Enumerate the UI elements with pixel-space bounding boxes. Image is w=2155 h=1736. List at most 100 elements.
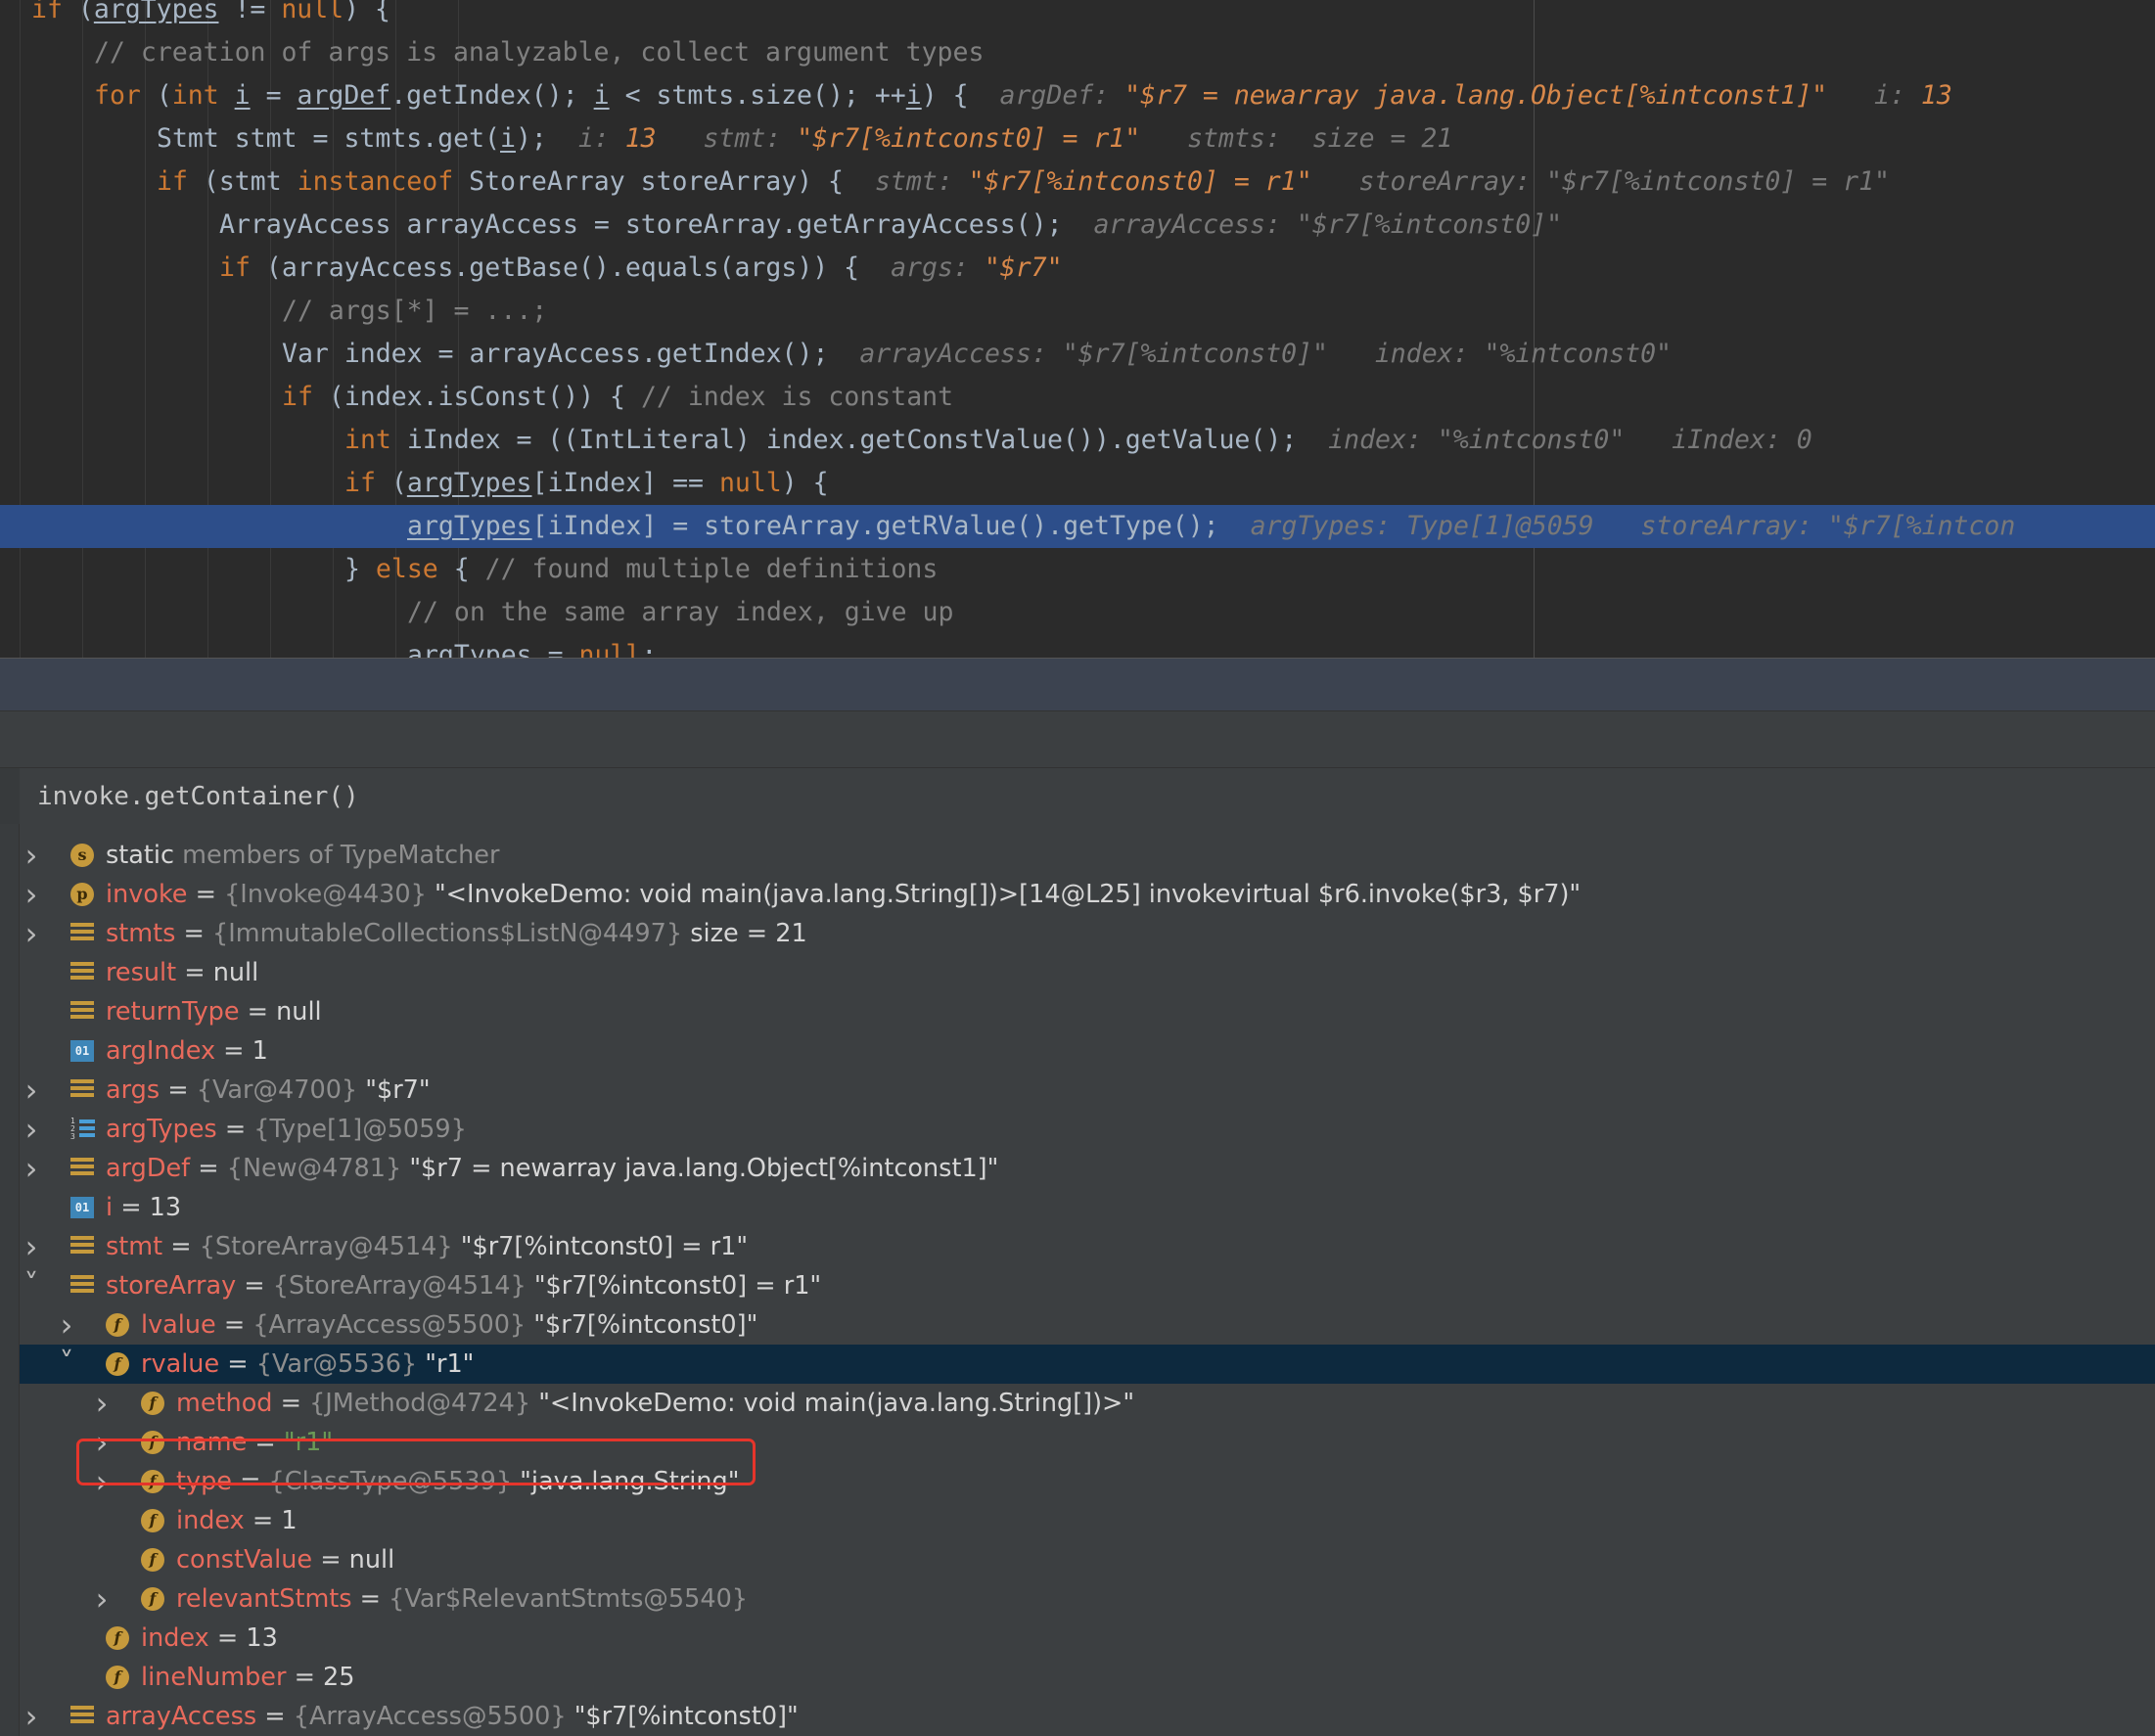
variable-value: "$r7[%intconst0]" (533, 1310, 758, 1340)
object-reference: {ImmutableCollections$ListN@4497} (212, 919, 683, 948)
watch-expression[interactable]: invoke.getContainer() (37, 768, 359, 825)
variable-row-argTypes[interactable]: › 1 2 3 argTypes = {Type[1]@5059} (20, 1110, 2155, 1149)
code-line[interactable]: // on the same array index, give up (0, 591, 2155, 634)
code-line[interactable]: if (index.isConst()) { // index is const… (0, 376, 2155, 419)
expand-arrow-icon[interactable]: › (20, 836, 43, 875)
variable-text: returnType = null (106, 992, 322, 1031)
object-reference: {StoreArray@4514} (272, 1271, 527, 1301)
variable-text: static members of TypeMatcher (106, 836, 499, 875)
variable-name: argTypes (106, 1115, 217, 1144)
variable-row-static[interactable]: › s static members of TypeMatcher (20, 836, 2155, 875)
code-line[interactable]: if (argTypes != null) { (0, 0, 2155, 31)
expand-arrow-icon[interactable]: › (20, 1149, 43, 1188)
collapse-arrow-icon[interactable]: ˅ (20, 1266, 43, 1305)
variable-row-index[interactable]: f index = 13 (20, 1619, 2155, 1658)
collapse-arrow-icon[interactable]: ˅ (55, 1345, 78, 1384)
variable-row-lineNumber[interactable]: f lineNumber = 25 (20, 1658, 2155, 1697)
keyword-token: if (31, 0, 63, 24)
code-line[interactable]: if (argTypes[iIndex] == null) { (0, 462, 2155, 505)
expand-arrow-icon[interactable]: › (90, 1579, 114, 1619)
code-token: (arrayAccess.getBase().equals(args)) { (250, 252, 860, 283)
code-line[interactable]: } else { // found multiple definitions (0, 548, 2155, 591)
variable-row-storeArray[interactable]: ˅ storeArray = {StoreArray@4514} "$r7[%in… (20, 1266, 2155, 1305)
expand-arrow-icon[interactable]: › (20, 1227, 43, 1266)
code-line[interactable]: int iIndex = ((IntLiteral) index.getCons… (0, 419, 2155, 462)
equals-sign: = (208, 1623, 247, 1653)
object-reference: {Var@5536} (255, 1349, 418, 1379)
keyword-token: int (344, 425, 391, 455)
object-reference: {Var$RelevantStmts@5540} (389, 1584, 749, 1614)
keyword-token: if (219, 252, 251, 283)
expand-arrow-icon[interactable]: › (90, 1384, 114, 1423)
variable-name: result (106, 958, 177, 987)
object-icon (70, 1236, 94, 1257)
code-line[interactable]: // creation of args is analyzable, colle… (0, 31, 2155, 74)
code-text: if (stmt instanceof StoreArray storeArra… (157, 160, 1890, 204)
inline-value-hint: i: (577, 123, 625, 154)
variable-row-argDef[interactable]: › argDef = {New@4781} "$r7 = newarray jav… (20, 1149, 2155, 1188)
variable-row-result[interactable]: result = null (20, 953, 2155, 992)
object-reference: {JMethod@4724} (309, 1389, 531, 1418)
hint-gap (859, 252, 891, 283)
code-line[interactable]: ArrayAccess arrayAccess = storeArray.get… (0, 204, 2155, 247)
variable-row-arrayAccess[interactable]: › arrayAccess = {ArrayAccess@5500} "$r7[%… (20, 1697, 2155, 1736)
variable-value: size = 21 (690, 919, 807, 948)
code-token: = (531, 640, 579, 658)
code-line[interactable]: if (arrayAccess.getBase().equals(args)) … (0, 247, 2155, 290)
variable-row-lvalue[interactable]: › f lvalue = {ArrayAccess@5500} "$r7[%intc… (20, 1305, 2155, 1345)
variable-row-i[interactable]: 01 i = 13 (20, 1188, 2155, 1227)
code-line[interactable]: Stmt stmt = stmts.get(i); i: 13 stmt: "$… (0, 117, 2155, 160)
expand-arrow-icon[interactable]: › (20, 1071, 43, 1110)
watch-expression-bar[interactable]: invoke.getContainer() (0, 767, 2155, 825)
variable-row-method[interactable]: › f method = {JMethod@4724} "<InvokeDemo: … (20, 1384, 2155, 1423)
variable-row-index[interactable]: f index = 1 (20, 1501, 2155, 1540)
field-token: argTypes (407, 640, 532, 658)
code-line[interactable]: // args[*] = ...; (0, 290, 2155, 333)
code-token: [iIndex] = storeArray.getRValue().getTyp… (531, 511, 1219, 541)
expand-arrow-icon[interactable]: › (20, 1110, 43, 1149)
code-text: } else { // found multiple definitions (344, 548, 938, 591)
variable-row-stmt[interactable]: › stmt = {StoreArray@4514} "$r7[%intconst… (20, 1227, 2155, 1266)
code-line[interactable]: argTypes = null; (0, 634, 2155, 658)
expand-arrow-icon[interactable]: › (20, 914, 43, 953)
variable-value: 25 (323, 1663, 355, 1692)
variable-row-args[interactable]: › args = {Var@4700} "$r7" (20, 1071, 2155, 1110)
code-text: // args[*] = ...; (282, 290, 547, 333)
keyword-token: if (344, 468, 376, 498)
code-line[interactable]: for (int i = argDef.getIndex(); i < stmt… (0, 74, 2155, 117)
variable-row-argIndex[interactable]: 01 argIndex = 1 (20, 1031, 2155, 1071)
inline-value-hint: iIndex: 0 (1672, 425, 1812, 455)
field-token: argTypes (406, 468, 532, 498)
object-reference: {Type[1]@5059} (253, 1115, 467, 1144)
code-token: != (218, 0, 282, 24)
variable-row-constValue[interactable]: f constValue = null (20, 1540, 2155, 1579)
expand-arrow-icon[interactable]: › (20, 875, 43, 914)
variable-name: index (141, 1623, 209, 1653)
variable-row-rvalue[interactable]: ˅ f rvalue = {Var@5536} "r1" (20, 1345, 2155, 1384)
code-line[interactable]: if (stmt instanceof StoreArray storeArra… (0, 160, 2155, 204)
keyword-token: null (281, 0, 344, 24)
variable-text: index = 1 (176, 1501, 298, 1540)
code-editor[interactable]: if (argTypes != null) {// creation of ar… (0, 0, 2155, 658)
expand-arrow-icon[interactable]: › (20, 1697, 43, 1736)
code-line[interactable]: Var index = arrayAccess.getIndex(); arra… (0, 333, 2155, 376)
code-text: for (int i = argDef.getIndex(); i < stmt… (94, 74, 1952, 117)
variables-tree[interactable]: › s static members of TypeMatcher › p invoke … (0, 824, 2155, 1736)
variable-value: "<InvokeDemo: void main(java.lang.String… (434, 880, 1582, 909)
variable-text: invoke = {Invoke@4430} "<InvokeDemo: voi… (106, 875, 1581, 914)
execution-point-line[interactable]: argTypes[iIndex] = storeArray.getRValue(… (0, 505, 2155, 548)
variable-row-stmts[interactable]: › stmts = {ImmutableCollections$ListN@449… (20, 914, 2155, 953)
code-token: ( (375, 468, 407, 498)
code-token: ( (140, 80, 172, 111)
debug-tabs-bar (0, 710, 2155, 767)
variable-row-returnType[interactable]: returnType = null (20, 992, 2155, 1031)
hint-gap (969, 80, 1000, 111)
variable-row-invoke[interactable]: › p invoke = {Invoke@4430} "<InvokeDemo: v… (20, 875, 2155, 914)
comment-token: // found multiple definitions (484, 554, 939, 584)
variable-name: arrayAccess (106, 1702, 257, 1731)
variable-row-relevantStmts[interactable]: › f relevantStmts = {Var$RelevantStmts@554… (20, 1579, 2155, 1619)
expand-arrow-icon[interactable]: › (55, 1305, 78, 1345)
